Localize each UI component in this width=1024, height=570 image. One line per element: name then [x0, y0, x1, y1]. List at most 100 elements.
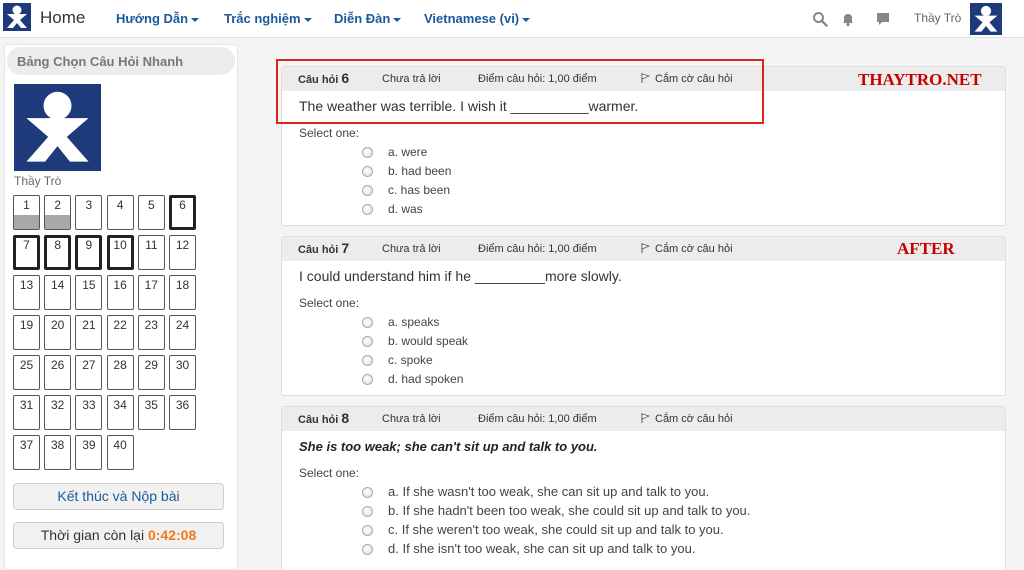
- radio-button[interactable]: [362, 355, 373, 366]
- question-nav-button[interactable]: 18: [169, 275, 196, 310]
- question-nav-button[interactable]: 33: [75, 395, 103, 430]
- question-nav-button[interactable]: 40: [106, 435, 134, 470]
- user-name[interactable]: Thầy Trò: [914, 11, 961, 25]
- question-nav-button[interactable]: 13: [13, 275, 40, 310]
- radio-button[interactable]: [362, 166, 373, 177]
- question-nav-number: 17: [144, 278, 158, 292]
- question-nav-button[interactable]: 9: [75, 235, 103, 270]
- answer-option-a[interactable]: a. were: [362, 145, 427, 159]
- question-nav-button[interactable]: 19: [13, 315, 40, 350]
- question-nav-button[interactable]: 22: [106, 315, 134, 350]
- nav-menu-label: Vietnamese (vi): [424, 11, 520, 26]
- question-nav-button[interactable]: 34: [106, 395, 134, 430]
- answer-option-c[interactable]: c. spoke: [362, 353, 433, 367]
- question-points: Điểm câu hỏi: 1,00 điểm: [478, 413, 597, 425]
- question-nav-button[interactable]: 30: [169, 355, 196, 390]
- flag-question-link[interactable]: Cắm cờ câu hỏi: [641, 413, 733, 425]
- question-nav-button[interactable]: 37: [13, 435, 40, 470]
- nav-menu-language[interactable]: Vietnamese (vi): [424, 11, 531, 26]
- option-label: d. If she isn't too weak, she can sit up…: [388, 541, 696, 556]
- question-nav-button[interactable]: 39: [75, 435, 103, 470]
- question-nav-number: 19: [19, 318, 34, 332]
- search-icon[interactable]: [812, 11, 828, 27]
- site-logo[interactable]: [3, 3, 31, 31]
- radio-button[interactable]: [362, 487, 373, 498]
- answer-option-b[interactable]: b. If she hadn't been too weak, she coul…: [362, 503, 750, 518]
- question-text: She is too weak; she can't sit up and ta…: [299, 439, 598, 454]
- question-nav-number: 14: [51, 278, 65, 292]
- bell-icon[interactable]: [840, 11, 856, 27]
- question-nav-button[interactable]: 32: [44, 395, 72, 430]
- question-card-8: Câu hỏi 8 Chưa trả lời Điểm câu hỏi: 1,0…: [281, 406, 1006, 570]
- answer-option-b[interactable]: b. had been: [362, 164, 451, 178]
- radio-button[interactable]: [362, 204, 373, 215]
- question-label: Câu hỏi: [298, 244, 339, 256]
- nav-menu-huong-dan[interactable]: Hướng Dẫn: [116, 11, 200, 26]
- radio-button[interactable]: [362, 147, 373, 158]
- question-nav-number: 12: [175, 238, 190, 252]
- question-nav-button[interactable]: 29: [137, 355, 165, 390]
- question-nav-button[interactable]: 4: [106, 195, 134, 230]
- question-nav-number: 8: [54, 238, 62, 252]
- panel-title-bar: Bảng Chọn Câu Hỏi Nhanh: [7, 47, 235, 75]
- chat-icon[interactable]: [875, 11, 891, 27]
- radio-button[interactable]: [362, 317, 373, 328]
- question-nav-button[interactable]: 7: [13, 235, 40, 270]
- question-nav-button[interactable]: 1: [13, 195, 40, 230]
- question-nav-button[interactable]: 12: [169, 235, 196, 270]
- answer-option-b[interactable]: b. would speak: [362, 334, 468, 348]
- question-nav-button[interactable]: 3: [75, 195, 103, 230]
- user-avatar[interactable]: [970, 3, 1002, 35]
- timer-label: Thời gian còn lại: [40, 527, 145, 543]
- question-nav-button[interactable]: 25: [13, 355, 40, 390]
- select-one-label: Select one:: [299, 466, 360, 480]
- question-nav-button[interactable]: 16: [106, 275, 134, 310]
- question-nav-button[interactable]: 6: [169, 195, 196, 230]
- radio-button[interactable]: [362, 374, 373, 385]
- radio-button[interactable]: [362, 506, 373, 517]
- nav-home-link[interactable]: Home: [40, 8, 85, 28]
- question-nav-number: 7: [23, 238, 30, 252]
- question-nav-button[interactable]: 14: [44, 275, 72, 310]
- answer-option-a[interactable]: a. If she wasn't too weak, she can sit u…: [362, 484, 709, 499]
- question-nav-number: 3: [85, 198, 93, 212]
- answer-option-d[interactable]: d. If she isn't too weak, she can sit up…: [362, 541, 695, 556]
- question-nav-button[interactable]: 35: [137, 395, 165, 430]
- radio-button[interactable]: [362, 336, 373, 347]
- question-nav-button[interactable]: 24: [169, 315, 196, 350]
- question-nav-number: 29: [144, 358, 158, 372]
- answer-option-c[interactable]: c. has been: [362, 183, 450, 197]
- question-nav-button[interactable]: 28: [106, 355, 134, 390]
- radio-button[interactable]: [362, 525, 373, 536]
- question-nav-button[interactable]: 20: [44, 315, 72, 350]
- question-nav-button[interactable]: 36: [169, 395, 196, 430]
- question-nav-button[interactable]: 5: [137, 195, 165, 230]
- question-nav-button[interactable]: 15: [75, 275, 103, 310]
- radio-button[interactable]: [362, 185, 373, 196]
- question-nav-number: 6: [179, 198, 186, 212]
- question-nav-number: 11: [145, 238, 158, 252]
- nav-menu-trac-nghiem[interactable]: Trắc nghiệm: [224, 11, 312, 26]
- question-nav-button[interactable]: 31: [13, 395, 40, 430]
- question-nav-number: 22: [113, 318, 127, 332]
- question-nav-button[interactable]: 11: [137, 235, 165, 270]
- question-nav-button[interactable]: 17: [137, 275, 165, 310]
- answer-option-d[interactable]: d. had spoken: [362, 372, 463, 386]
- option-label: b. If she hadn't been too weak, she coul…: [388, 503, 751, 518]
- question-nav-button[interactable]: 23: [137, 315, 165, 350]
- finish-attempt-button[interactable]: Kết thúc và Nộp bài: [13, 483, 224, 510]
- question-nav-button[interactable]: 38: [44, 435, 72, 470]
- flag-question-link[interactable]: Cắm cờ câu hỏi: [641, 243, 733, 255]
- question-nav-button[interactable]: 2: [44, 195, 72, 230]
- question-nav-button[interactable]: 27: [75, 355, 103, 390]
- answer-option-d[interactable]: d. was: [362, 202, 423, 216]
- question-nav-button[interactable]: 10: [106, 235, 134, 270]
- profile-name: Thầy Trò: [14, 174, 62, 188]
- question-nav-button[interactable]: 8: [44, 235, 72, 270]
- nav-menu-dien-dan[interactable]: Diễn Đàn: [334, 11, 402, 26]
- answer-option-c[interactable]: c. If she weren't too weak, she could si…: [362, 522, 724, 537]
- question-nav-button[interactable]: 26: [44, 355, 72, 390]
- question-nav-button[interactable]: 21: [75, 315, 103, 350]
- answer-option-a[interactable]: a. speaks: [362, 315, 439, 329]
- radio-button[interactable]: [362, 544, 373, 555]
